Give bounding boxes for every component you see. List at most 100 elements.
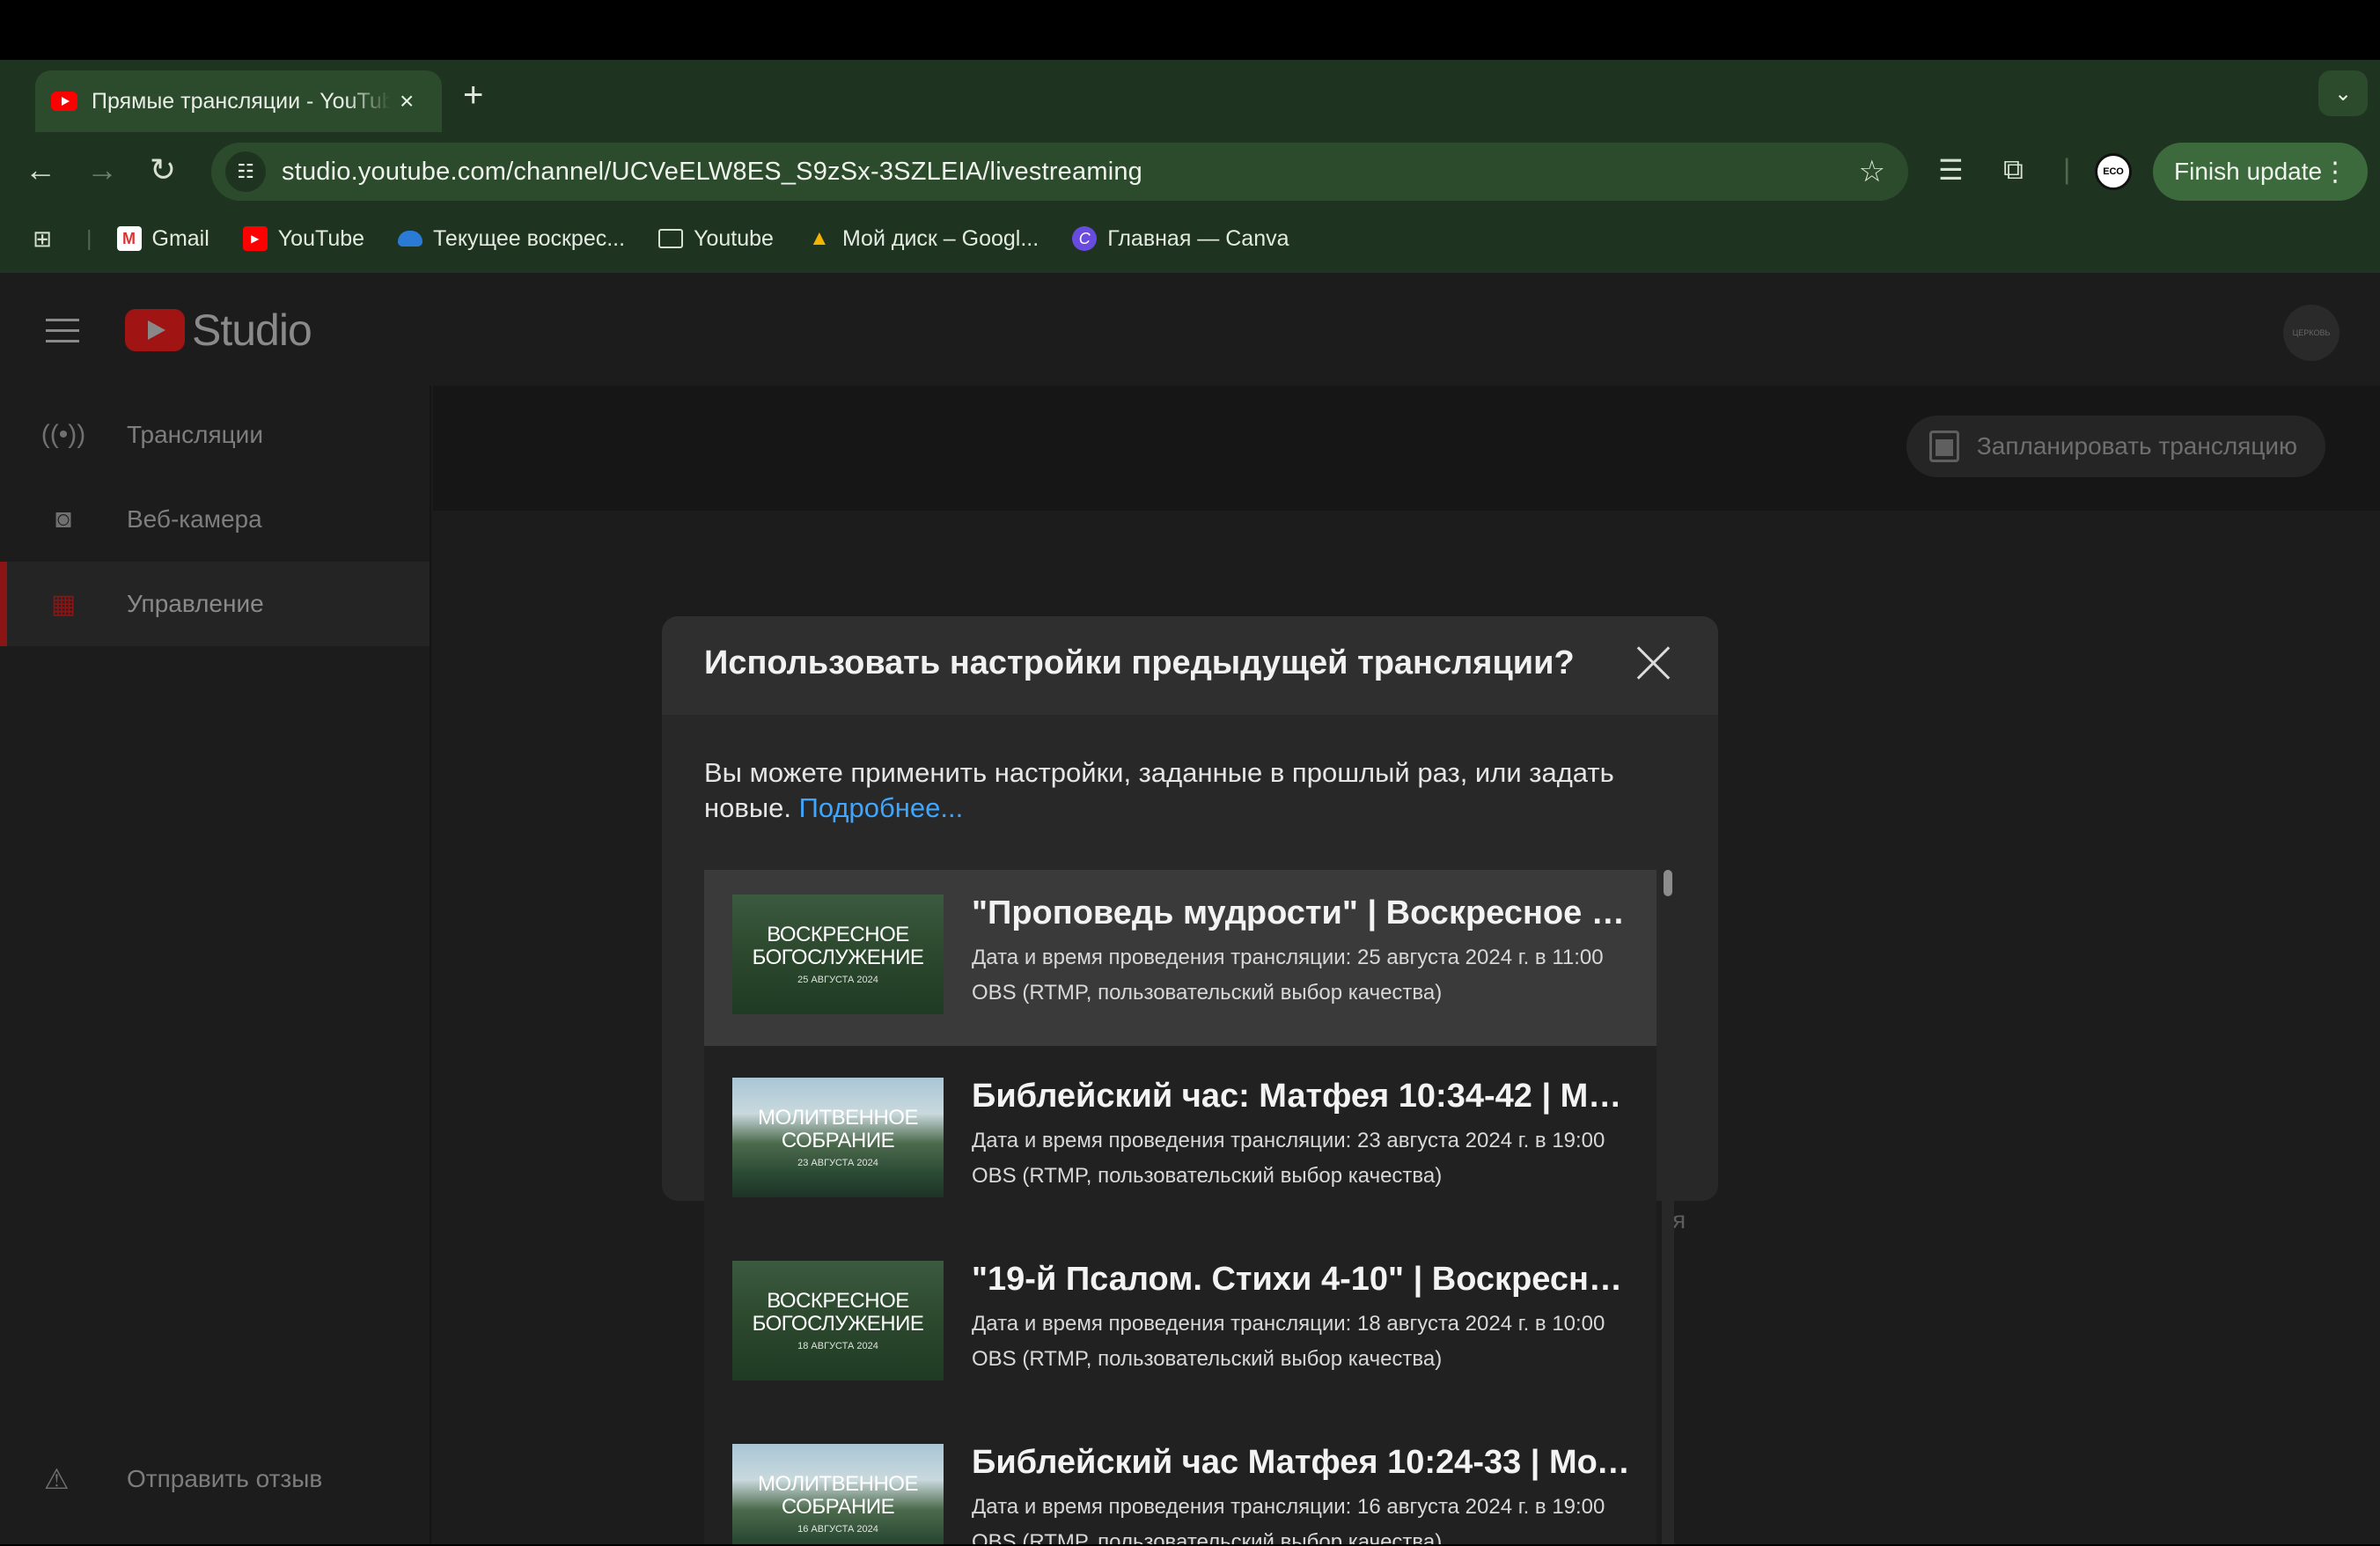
- sidebar-item-webcam[interactable]: ◙ Веб-камера: [0, 477, 430, 562]
- list-item[interactable]: ВОСКРЕСНОЕ БОГОСЛУЖЕНИЕ 18 АВГУСТА 2024 …: [704, 1236, 1656, 1412]
- reload-button[interactable]: ↻: [150, 151, 176, 188]
- apps-grid-icon[interactable]: ⊞: [30, 225, 65, 252]
- previous-streams-list: ВОСКРЕСНОЕ БОГОСЛУЖЕНИЕ 25 АВГУСТА 2024 …: [704, 870, 1656, 1546]
- learn-more-link[interactable]: Подробнее...: [799, 792, 964, 823]
- canva-icon: C: [1072, 226, 1098, 251]
- thumbnail-text: МОЛИТВЕННОЕ: [758, 1106, 918, 1130]
- address-bar[interactable]: ☷ studio.youtube.com/channel/UCVeELW8ES_…: [211, 143, 1908, 201]
- stream-title: Библейский час Матфея 10:24-33 | Молитве…: [972, 1444, 1632, 1481]
- back-button[interactable]: ←: [25, 151, 56, 188]
- forward-button[interactable]: →: [86, 151, 118, 188]
- site-info-icon[interactable]: ☷: [225, 151, 266, 192]
- finish-update-label: Finish update: [2174, 158, 2323, 185]
- stream-thumbnail: ВОСКРЕСНОЕ БОГОСЛУЖЕНИЕ 18 АВГУСТА 2024: [732, 1261, 944, 1380]
- youtube-favicon-icon: [51, 92, 77, 111]
- hamburger-menu-icon[interactable]: [46, 319, 79, 350]
- stream-thumbnail: ВОСКРЕСНОЕ БОГОСЛУЖЕНИЕ 25 АВГУСТА 2024: [732, 894, 944, 1014]
- stream-source: OBS (RTMP, пользовательский выбор качест…: [972, 981, 1443, 1005]
- bookmark-label: Gmail: [151, 225, 209, 251]
- list-item[interactable]: МОЛИТВЕННОЕ СОБРАНИЕ 16 АВГУСТА 2024 Биб…: [704, 1419, 1656, 1546]
- bookmark-label: Текущее воскрес...: [433, 225, 626, 251]
- browser-chrome: Прямые трансляции - YouTube × + ⌄ ← → ↻ …: [0, 60, 2380, 273]
- sidebar-item-manage[interactable]: ▦ Управление: [0, 562, 430, 646]
- stream-date: Дата и время проведения трансляции: 23 а…: [972, 1129, 1605, 1152]
- gmail-icon: M: [116, 226, 142, 251]
- calendar-icon: [1928, 431, 1959, 462]
- studio-logo-text: Studio: [192, 306, 312, 355]
- bookmark-google-drive[interactable]: ▲ Мой диск – Googl...: [807, 226, 1039, 252]
- scrollbar-thumb[interactable]: [1664, 870, 1672, 896]
- new-tab-button[interactable]: +: [463, 76, 483, 115]
- stream-title: Библейский час: Матфея 10:34-42 | Молитв…: [972, 1078, 1632, 1115]
- thumbnail-date: 16 АВГУСТА 2024: [797, 1524, 878, 1535]
- bookmark-onedrive[interactable]: Текущее воскрес...: [398, 226, 625, 252]
- bookmark-gmail[interactable]: M Gmail: [116, 225, 209, 252]
- finish-update-button[interactable]: Finish update ⋮: [2153, 143, 2368, 201]
- bookmark-youtube[interactable]: ▶ YouTube: [242, 225, 365, 252]
- camera-icon: ◙: [55, 504, 72, 534]
- send-feedback-button[interactable]: ⚠ Отправить отзыв: [0, 1444, 430, 1514]
- thumbnail-text: СОБРАНИЕ: [781, 1495, 895, 1519]
- thumbnail-date: 23 АВГУСТА 2024: [797, 1158, 878, 1168]
- broadcast-icon: ((•)): [40, 420, 86, 449]
- dialog-header: Использовать настройки предыдущей трансл…: [662, 616, 1718, 715]
- bookmark-canva[interactable]: C Главная — Canva: [1072, 226, 1289, 252]
- browser-tab[interactable]: Прямые трансляции - YouTube ×: [35, 70, 442, 132]
- stream-source: OBS (RTMP, пользовательский выбор качест…: [972, 1347, 1443, 1371]
- feedback-label: Отправить отзыв: [127, 1465, 323, 1492]
- stream-source: OBS (RTMP, пользовательский выбор качест…: [972, 1164, 1443, 1188]
- reading-list-icon[interactable]: ☰: [1938, 153, 1964, 187]
- bookmark-label: Мой диск – Googl...: [841, 225, 1039, 251]
- channel-avatar[interactable]: ЦЕРКОВЬ: [2283, 305, 2340, 361]
- studio-logo[interactable]: Studio: [125, 305, 312, 356]
- url-text[interactable]: studio.youtube.com/channel/UCVeELW8ES_S9…: [282, 158, 1142, 187]
- thumbnail-text: БОГОСЛУЖЕНИЕ: [752, 1312, 924, 1336]
- thumbnail-text: ВОСКРЕСНОЕ: [767, 923, 909, 946]
- sidebar-item-label: Управление: [127, 590, 264, 617]
- thumbnail-date: 25 АВГУСТА 2024: [797, 975, 878, 985]
- dialog-description: Вы можете применить настройки, заданные …: [704, 755, 1681, 826]
- bookmarks-divider: |: [86, 225, 92, 251]
- bookmark-youtube-folder[interactable]: Youtube: [658, 226, 774, 252]
- stream-date: Дата и время проведения трансляции: 18 а…: [972, 1312, 1605, 1336]
- profile-avatar[interactable]: ЕСО: [2095, 153, 2132, 190]
- stream-title: "Проповедь мудрости" | Воскресное богосл…: [972, 894, 1632, 931]
- youtube-play-icon: [125, 309, 185, 351]
- extensions-icon[interactable]: ⧉: [2003, 153, 2024, 187]
- thumbnail-text: МОЛИТВЕННОЕ: [758, 1472, 918, 1496]
- sidebar: ((•)) Трансляции ◙ Веб-камера ▦ Управлен…: [0, 386, 431, 1546]
- bookmarks-bar: ⊞ | M Gmail ▶ YouTube Текущее воскрес...…: [0, 204, 2380, 273]
- calendar-icon: ▦: [50, 589, 77, 619]
- close-icon[interactable]: [1635, 644, 1671, 680]
- folder-icon: [658, 229, 684, 248]
- toolbar-divider: |: [2063, 153, 2071, 185]
- tab-search-button[interactable]: ⌄: [2318, 70, 2368, 116]
- stream-date: Дата и время проведения трансляции: 16 а…: [972, 1495, 1605, 1519]
- thumbnail-date: 18 АВГУСТА 2024: [797, 1341, 878, 1351]
- onedrive-icon: [398, 231, 423, 247]
- screen-top-bar: [0, 0, 2380, 60]
- list-scrollbar[interactable]: [1662, 870, 1674, 1546]
- stream-thumbnail: МОЛИТВЕННОЕ СОБРАНИЕ 23 АВГУСТА 2024: [732, 1078, 944, 1197]
- google-drive-icon: ▲: [809, 226, 830, 250]
- schedule-stream-label: Запланировать трансляцию: [1976, 432, 2297, 460]
- stream-title: "19-й Псалом. Стихи 4-10" | Воскресное б…: [972, 1261, 1632, 1298]
- bookmark-label: YouTube: [277, 225, 365, 251]
- background-text-fragment: я: [1672, 1206, 1686, 1233]
- dialog-title: Использовать настройки предыдущей трансл…: [704, 644, 1575, 681]
- tab-title: Прямые трансляции - YouTube: [92, 88, 391, 114]
- feedback-icon: ⚠: [44, 1463, 70, 1495]
- bookmark-label: Главная — Canva: [1107, 225, 1289, 251]
- stream-date: Дата и время проведения трансляции: 25 а…: [972, 946, 1604, 969]
- bookmark-label: Youtube: [694, 225, 774, 251]
- tab-close-icon[interactable]: ×: [400, 87, 414, 115]
- bookmark-star-icon[interactable]: ☆: [1859, 154, 1885, 189]
- schedule-stream-button[interactable]: Запланировать трансляцию: [1906, 416, 2325, 477]
- list-item[interactable]: ВОСКРЕСНОЕ БОГОСЛУЖЕНИЕ 25 АВГУСТА 2024 …: [704, 870, 1656, 1046]
- thumbnail-text: СОБРАНИЕ: [781, 1129, 895, 1152]
- sidebar-item-streams[interactable]: ((•)) Трансляции: [0, 393, 430, 477]
- list-item[interactable]: МОЛИТВЕННОЕ СОБРАНИЕ 23 АВГУСТА 2024 Биб…: [704, 1053, 1656, 1229]
- browser-menu-icon[interactable]: ⋮: [2322, 157, 2348, 188]
- youtube-icon: ▶: [242, 226, 268, 251]
- thumbnail-text: БОГОСЛУЖЕНИЕ: [752, 946, 924, 969]
